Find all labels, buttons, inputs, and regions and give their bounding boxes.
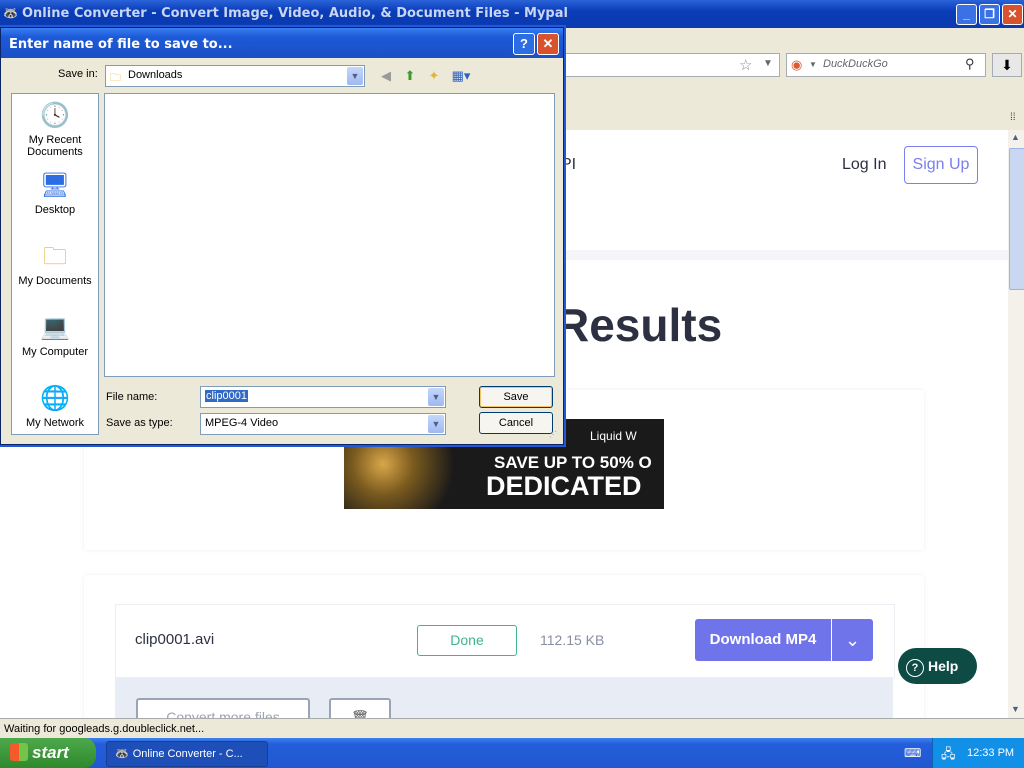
chevron-down-icon: ▼ (428, 388, 444, 406)
save-in-dropdown[interactable]: 🗀 Downloads ▼ (105, 65, 365, 87)
mypal-icon: 🦝 (3, 6, 18, 20)
save-type-dropdown[interactable]: MPEG-4 Video ▼ (200, 413, 446, 435)
my-network-icon: 🌐 (40, 385, 70, 412)
ad-line-1: SAVE UP TO 50% O (494, 453, 652, 472)
place-my-computer[interactable]: 💻 My Computer (12, 312, 98, 358)
url-bar[interactable]: ☆ ▼ (560, 53, 780, 77)
file-name-value: clip0001 (205, 390, 248, 402)
minimize-button[interactable]: _ (956, 4, 977, 25)
file-name: clip0001.avi (135, 631, 215, 648)
search-icon[interactable]: ⚲ (965, 56, 975, 72)
new-folder-icon[interactable]: ✦ (425, 67, 443, 85)
scroll-down-icon[interactable]: ▼ (1011, 704, 1020, 714)
start-button[interactable]: start (0, 738, 96, 768)
place-my-network[interactable]: 🌐 My Network (12, 383, 98, 429)
recent-documents-icon: 🕓 (40, 102, 70, 129)
windows-logo-icon (10, 743, 28, 761)
nav-divider (560, 250, 1008, 260)
place-label: My Documents (18, 275, 92, 287)
help-icon: ? (906, 659, 924, 677)
place-label: My Recent Documents (27, 134, 83, 158)
taskbar-item-label: Online Converter - C... (132, 748, 243, 760)
duckduckgo-icon[interactable]: ◉ (791, 57, 802, 73)
search-placeholder: DuckDuckGo (823, 58, 888, 70)
save-type-label: Save as type: (106, 417, 173, 429)
file-name-label: File name: (106, 391, 158, 403)
clock: 12:33 PM (967, 747, 1015, 759)
mypal-icon: 🦝 (115, 748, 129, 760)
place-recent-documents[interactable]: 🕓 My Recent Documents (12, 100, 98, 158)
chevron-down-icon: ▼ (347, 67, 363, 85)
download-arrow-icon: ⬇ (1001, 57, 1013, 73)
places-bar: 🕓 My Recent Documents 🖥 Desktop 🗀 My Doc… (11, 93, 99, 435)
dialog-close-button[interactable]: ✕ (537, 33, 559, 55)
place-label: My Network (25, 417, 85, 429)
file-list[interactable] (104, 93, 555, 377)
place-desktop[interactable]: 🖥 Desktop (12, 170, 98, 216)
keyboard-icon[interactable]: ⌨ (904, 746, 921, 760)
place-label: Desktop (34, 204, 76, 216)
bookmark-star-icon[interactable]: ☆ (739, 56, 752, 74)
status-text: Waiting for googleads.g.doubleclick.net.… (4, 723, 205, 735)
network-tray-icon[interactable]: 🖧 (941, 745, 956, 767)
chevron-down-icon: ⌄ (844, 630, 861, 650)
page-heading: Results (556, 299, 723, 351)
login-link[interactable]: Log In (842, 156, 886, 174)
status-bar: Waiting for googleads.g.doubleclick.net.… (0, 718, 1024, 739)
system-tray: 🖧 12:33 PM (932, 738, 1024, 768)
dialog-title: Enter name of file to save to... (9, 37, 233, 52)
folder-icon: 🗀 (110, 72, 121, 84)
my-documents-icon: 🗀 (43, 243, 67, 270)
help-button[interactable]: ? Help (898, 648, 977, 684)
window-title: Online Converter - Convert Image, Video,… (22, 6, 568, 21)
taskbar-item-browser[interactable]: 🦝 Online Converter - C... (106, 741, 268, 767)
download-options-button[interactable]: ⌄ (832, 619, 873, 661)
place-my-documents[interactable]: 🗀 My Documents (12, 241, 98, 287)
browser-titlebar: 🦝 Online Converter - Convert Image, Vide… (0, 0, 1024, 28)
maximize-button[interactable]: ❐ (979, 4, 1000, 25)
save-type-value: MPEG-4 Video (205, 417, 279, 429)
ad-brand: Liquid W (590, 429, 637, 443)
signup-button[interactable]: Sign Up (904, 146, 978, 184)
file-name-input[interactable]: clip0001 ▼ (200, 386, 446, 408)
scroll-thumb[interactable] (1009, 148, 1024, 290)
search-box[interactable]: ◉ ▼ DuckDuckGo ⚲ (786, 53, 986, 77)
dialog-help-button[interactable]: ? (513, 33, 535, 55)
file-size: 112.15 KB (540, 632, 605, 648)
resize-grip-icon[interactable]: ⋰ (549, 430, 557, 439)
start-label: start (32, 743, 69, 762)
dialog-titlebar: Enter name of file to save to... ? ✕ (1, 28, 563, 58)
save-dialog: Enter name of file to save to... ? ✕ Sav… (0, 27, 564, 445)
place-label: My Computer (21, 346, 89, 358)
save-in-value: Downloads (128, 69, 183, 81)
url-dropdown-icon[interactable]: ▼ (763, 58, 773, 69)
view-menu-icon[interactable]: ▦▾ (449, 67, 473, 85)
help-label: Help (928, 658, 959, 674)
status-badge: Done (417, 625, 517, 656)
chevron-down-icon: ▼ (428, 415, 444, 433)
desktop-icon: 🖥 (39, 172, 71, 199)
close-button[interactable]: ✕ (1002, 4, 1023, 25)
toolbar-grip-icon: ⁞⁞ (1010, 112, 1016, 123)
scroll-up-icon[interactable]: ▲ (1011, 132, 1020, 142)
download-button[interactable]: Download MP4 (695, 619, 831, 661)
ad-line-2: DEDICATED (486, 471, 642, 501)
search-engine-dropdown-icon[interactable]: ▼ (809, 60, 817, 69)
cancel-button[interactable]: Cancel (479, 412, 553, 434)
save-in-label: Save in: (58, 68, 98, 80)
my-computer-icon: 💻 (40, 314, 70, 341)
up-folder-icon[interactable]: ⬆ (401, 67, 419, 85)
save-button[interactable]: Save (479, 386, 553, 408)
downloads-button[interactable]: ⬇ (992, 53, 1022, 77)
back-icon[interactable]: ◀ (377, 67, 395, 85)
